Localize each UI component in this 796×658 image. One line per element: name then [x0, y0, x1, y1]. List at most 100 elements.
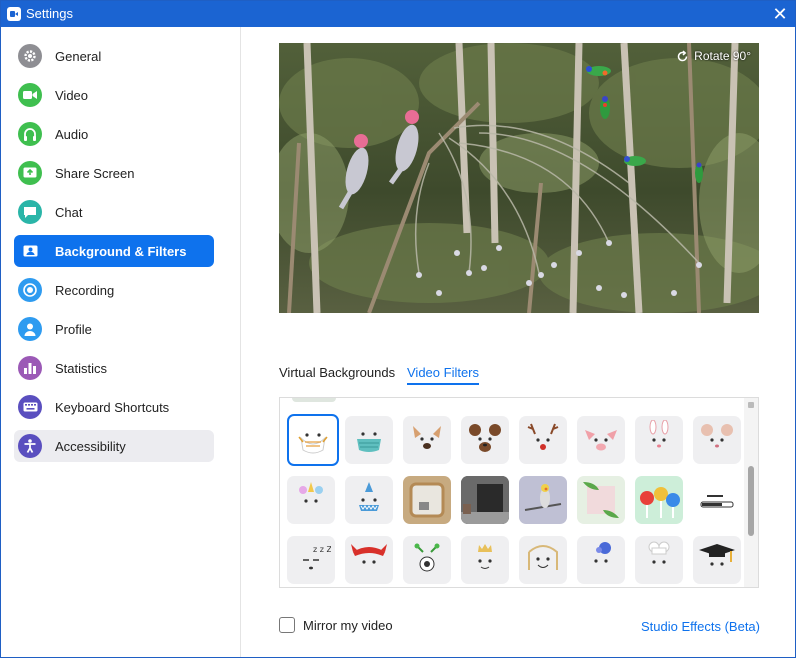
sidebar-item-general[interactable]: General [14, 40, 214, 72]
chat-bubble-icon [18, 200, 42, 224]
share-screen-icon [18, 161, 42, 185]
leaf-frame-icon [583, 482, 619, 518]
filter-face-mask-white[interactable] [287, 414, 339, 466]
filter-tv-frame[interactable] [461, 476, 509, 524]
filter-sleepy-face[interactable]: z z Z [287, 536, 335, 584]
face-mask-icon [298, 433, 328, 454]
antenna-face-icon [414, 543, 440, 572]
filter-mouse-face[interactable] [693, 416, 741, 464]
sidebar-item-label: Background & Filters [55, 243, 187, 259]
zoom-app-icon [7, 7, 21, 21]
filter-mirror-frame[interactable] [403, 476, 451, 524]
tab-virtual-backgrounds[interactable]: Virtual Backgrounds [279, 365, 395, 380]
filter-crown-face[interactable] [461, 536, 509, 584]
sidebar-item-share-screen[interactable]: Share Screen [14, 157, 214, 189]
sidebar-item-audio[interactable]: Audio [14, 118, 214, 150]
background-filters-panel: Rotate 90° Virtual Backgrounds Video Fil… [242, 27, 795, 657]
filter-lollipops-frame[interactable] [635, 476, 683, 524]
filter-red-bandana[interactable] [345, 536, 393, 584]
filter-chef-hat-face[interactable] [635, 536, 683, 584]
filter-loading-bar[interactable] [693, 476, 741, 524]
record-icon [18, 278, 42, 302]
filter-unicorn-face[interactable] [287, 476, 335, 524]
chef-hat-icon [648, 541, 670, 564]
lollipops-icon [640, 487, 680, 518]
sidebar-item-recording[interactable]: Recording [14, 274, 214, 306]
sidebar-item-label: Keyboard Shortcuts [55, 399, 170, 415]
sidebar-item-chat[interactable]: Chat [14, 196, 214, 228]
filter-bear-face[interactable] [461, 416, 509, 464]
loading-bar-icon [700, 495, 734, 508]
shark-face-icon [359, 482, 379, 511]
settings-window: Settings ✕ General Video Audio Share Scr… [0, 0, 796, 658]
filter-hair-face[interactable] [519, 536, 567, 584]
window-title: Settings [26, 6, 73, 21]
video-camera-icon [18, 83, 42, 107]
crown-face-icon [478, 544, 492, 569]
filter-pig-face[interactable] [577, 416, 625, 464]
sidebar-item-keyboard-shortcuts[interactable]: Keyboard Shortcuts [14, 391, 214, 423]
filter-dog-face[interactable] [403, 416, 451, 464]
filter-graduation-cap-face[interactable] [693, 536, 741, 584]
hair-face-icon [528, 545, 558, 570]
filter-flower-face[interactable] [577, 536, 625, 584]
rotate-label: Rotate 90° [694, 49, 751, 63]
sidebar-item-statistics[interactable]: Statistics [14, 352, 214, 384]
tab-video-filters[interactable]: Video Filters [407, 365, 480, 385]
filter-reindeer-face[interactable] [519, 416, 567, 464]
camera-preview: Rotate 90° [279, 43, 759, 313]
studio-effects-link[interactable]: Studio Effects (Beta) [641, 619, 760, 634]
flower-face-icon [594, 542, 611, 563]
mirror-my-video-option[interactable]: Mirror my video [279, 617, 393, 633]
gear-icon [18, 44, 42, 68]
scroll-thumb[interactable] [748, 466, 754, 536]
camera-preview-image [279, 43, 759, 313]
sleepy-face-icon: z z Z [303, 545, 331, 570]
sidebar-item-background-filters[interactable]: Background & Filters [14, 235, 214, 267]
rotate-button[interactable]: Rotate 90° [676, 49, 751, 63]
reindeer-face-icon [527, 423, 559, 450]
sidebar-item-label: Recording [55, 282, 115, 298]
sidebar-item-label: Video [55, 87, 89, 103]
red-bandana-icon [351, 544, 387, 564]
person-card-icon [18, 239, 42, 263]
mirror-label: Mirror my video [303, 617, 393, 633]
mirror-frame-icon [409, 482, 445, 518]
filter-shark-face[interactable] [345, 476, 393, 524]
sidebar-item-profile[interactable]: Profile [14, 313, 214, 345]
filter-antenna-face[interactable] [403, 536, 451, 584]
filter-leaf-frame[interactable] [577, 476, 625, 524]
cockatiel-icon [524, 484, 562, 511]
keyboard-icon [18, 395, 42, 419]
video-filter-grid: z z Z [279, 397, 759, 588]
sidebar-item-label: Chat [55, 204, 83, 220]
surgical-mask-icon [357, 432, 381, 452]
person-icon [18, 317, 42, 341]
close-icon[interactable]: ✕ [769, 3, 791, 25]
sidebar-item-video[interactable]: Video [14, 79, 214, 111]
sidebar-item-label: Share Screen [55, 165, 135, 181]
sidebar-item-label: Accessibility [55, 438, 126, 454]
scroll-up-arrow[interactable] [748, 402, 754, 408]
unicorn-face-icon [299, 482, 323, 503]
sidebar-item-label: General [55, 48, 102, 64]
accessibility-icon [18, 434, 42, 458]
sidebar-item-accessibility[interactable]: Accessibility [14, 430, 214, 462]
bunny-face-icon [649, 420, 669, 448]
rotate-icon [677, 49, 688, 61]
tv-frame-icon [461, 476, 509, 524]
filter-face-mask-surgical[interactable] [345, 416, 393, 464]
sidebar-item-label: Profile [55, 321, 92, 337]
sidebar-item-label: Statistics [55, 360, 108, 376]
filter-scrollbar[interactable] [744, 398, 758, 587]
filter-cockatiel-frame[interactable] [519, 476, 567, 524]
bar-chart-icon [18, 356, 42, 380]
filter-bunny-face[interactable] [635, 416, 683, 464]
sidebar-item-label: Audio [55, 126, 89, 142]
svg-text:z z Z: z z Z [313, 545, 331, 554]
bear-face-icon [469, 424, 501, 452]
graduation-cap-icon [699, 544, 735, 566]
title-bar: Settings ✕ [1, 1, 795, 27]
pig-face-icon [585, 430, 617, 451]
mirror-checkbox[interactable] [279, 617, 295, 633]
